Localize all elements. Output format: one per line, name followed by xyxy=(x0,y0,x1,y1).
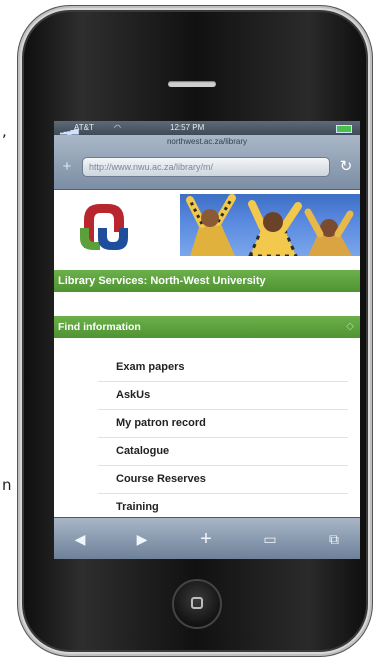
plus-icon[interactable]: + xyxy=(194,529,218,549)
menu-item-patron-record[interactable]: My patron record xyxy=(98,410,348,438)
carrier-label: AT&T xyxy=(74,123,94,132)
pages-icon[interactable]: ⧉ xyxy=(322,529,346,549)
status-bar: ▂▃▄▅▆ AT&T ◠ 12:57 PM xyxy=(54,121,360,135)
edge-text-letter: n xyxy=(2,476,12,494)
wifi-icon: ◠ xyxy=(114,123,121,132)
find-information-menu: Exam papers AskUs My patron record Catal… xyxy=(98,354,348,517)
page-fragment: , n ▂▃▄▅▆ AT&T ◠ 12:57 PM northwest.ac.z… xyxy=(0,0,380,661)
browser-page-title: northwest.ac.za/library xyxy=(166,137,248,146)
battery-icon xyxy=(336,125,352,133)
photo-illustration xyxy=(186,194,354,256)
menu-item-askus[interactable]: AskUs xyxy=(98,382,348,410)
home-button[interactable] xyxy=(172,579,222,629)
site-header xyxy=(54,190,360,258)
reload-icon[interactable]: ↻ xyxy=(338,159,354,175)
phone-screen: ▂▃▄▅▆ AT&T ◠ 12:57 PM northwest.ac.za/li… xyxy=(54,121,360,559)
find-information-header[interactable]: Find information ◇ xyxy=(54,316,360,338)
web-content: Library Services: North-West University … xyxy=(54,190,360,517)
university-logo[interactable] xyxy=(78,198,130,252)
menu-item-catalogue[interactable]: Catalogue xyxy=(98,438,348,466)
earpiece-speaker xyxy=(168,81,216,87)
url-field[interactable]: http://www.nwu.ac.za/library/m/ xyxy=(82,157,330,177)
right-arrow-icon[interactable]: ▶ xyxy=(130,529,154,549)
book-icon[interactable]: ▭ xyxy=(258,529,282,549)
menu-item-training[interactable]: Training xyxy=(98,494,348,517)
browser-toolbar: ◀ ▶ + ▭ ⧉ xyxy=(54,517,360,559)
students-photo xyxy=(180,194,360,256)
collapse-icon[interactable]: ◇ xyxy=(346,316,354,338)
plus-icon[interactable]: + xyxy=(60,159,74,174)
menu-item-exam-papers[interactable]: Exam papers xyxy=(98,354,348,382)
iphone-device: ▂▃▄▅▆ AT&T ◠ 12:57 PM northwest.ac.za/li… xyxy=(18,6,372,656)
home-square-icon xyxy=(191,597,203,609)
site-title-bar: Library Services: North-West University xyxy=(54,270,360,292)
clock-label: 12:57 PM xyxy=(170,123,205,132)
menu-item-course-reserves[interactable]: Course Reserves xyxy=(98,466,348,494)
edge-text-comma: , xyxy=(2,122,7,140)
browser-address-bar: northwest.ac.za/library + http://www.nwu… xyxy=(54,135,360,190)
find-information-label: Find information xyxy=(58,321,141,333)
left-arrow-icon[interactable]: ◀ xyxy=(68,529,92,549)
